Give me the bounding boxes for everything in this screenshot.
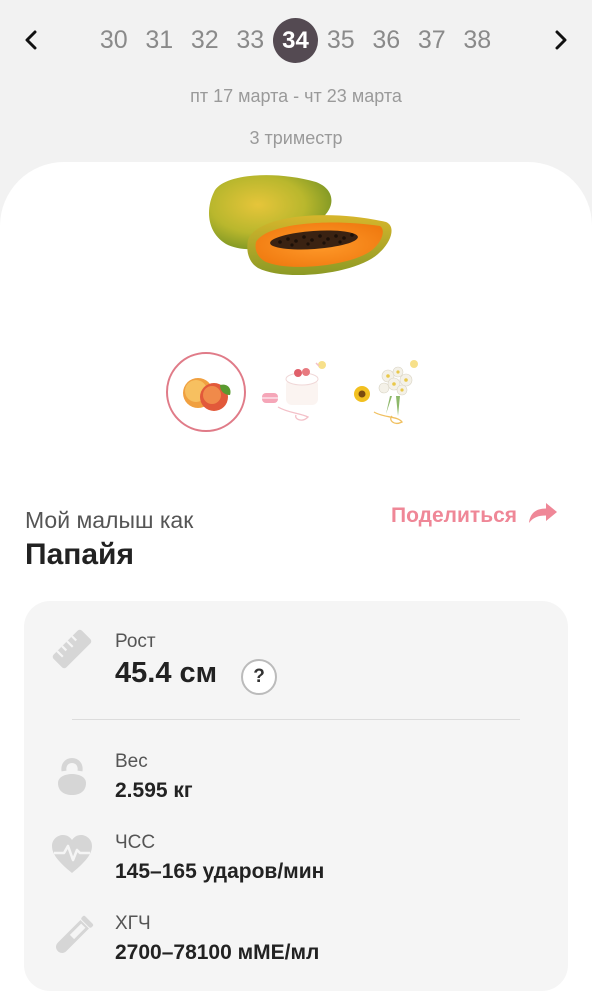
thumbnail-bouquet[interactable] xyxy=(346,352,426,432)
heart-rate-value: 145–165 ударов/мин xyxy=(115,860,325,883)
height-help-button[interactable]: ? xyxy=(241,659,277,695)
week-34[interactable]: 34 xyxy=(273,17,318,63)
week-30[interactable]: 30 xyxy=(91,18,137,63)
hcg-label: ХГЧ xyxy=(115,913,151,934)
weight-label: Вес xyxy=(115,751,148,772)
thumbnail-peach[interactable] xyxy=(166,352,246,432)
week-35[interactable]: 35 xyxy=(318,18,364,63)
week-31[interactable]: 31 xyxy=(137,18,183,63)
fruit-name: Папайя xyxy=(25,538,134,571)
cake-icon xyxy=(262,361,326,421)
weight-value: 2.595 кг xyxy=(115,779,193,802)
week-37[interactable]: 37 xyxy=(409,18,455,63)
heart-rate-label: ЧСС xyxy=(115,832,156,853)
fruit-thumbnails xyxy=(166,352,436,432)
week-36[interactable]: 36 xyxy=(364,18,410,63)
share-arrow-icon xyxy=(529,503,558,523)
ruler-icon xyxy=(52,629,92,669)
stats-card: Рост 45.4 см ? Вес 2.595 кг ЧСС 145–165 … xyxy=(24,601,568,991)
share-label: Поделиться xyxy=(391,504,518,527)
next-week-chevron-right-icon[interactable] xyxy=(543,22,579,58)
papaya-image xyxy=(209,175,392,276)
test-tube-icon xyxy=(56,915,94,953)
stats-divider xyxy=(72,719,520,720)
height-value: 45.4 см xyxy=(115,657,218,689)
peach-icon xyxy=(183,378,231,411)
week-38[interactable]: 38 xyxy=(455,18,501,63)
thumbnail-cake[interactable] xyxy=(256,352,336,432)
week-33[interactable]: 33 xyxy=(228,18,274,63)
trimester-label: 3 триместр xyxy=(249,128,343,148)
bouquet-icon xyxy=(354,360,418,424)
week-selector: 30 31 32 33 34 35 36 37 38 xyxy=(0,14,592,66)
week-32[interactable]: 32 xyxy=(182,18,228,63)
hcg-value: 2700–78100 мМЕ/мл xyxy=(115,941,320,964)
heart-pulse-icon xyxy=(52,835,92,873)
date-range: пт 17 марта - чт 23 марта xyxy=(190,86,402,106)
baby-size-subtitle: Мой малыш как xyxy=(25,507,194,533)
week-list: 30 31 32 33 34 35 36 37 38 xyxy=(91,14,500,66)
height-label: Рост xyxy=(115,631,156,652)
main-card: Мой малыш как Папайя Поделиться Рост 45.… xyxy=(0,162,592,1000)
kettlebell-icon xyxy=(58,758,86,795)
prev-week-chevron-left-icon[interactable] xyxy=(13,22,49,58)
share-button[interactable]: Поделиться xyxy=(391,498,559,534)
